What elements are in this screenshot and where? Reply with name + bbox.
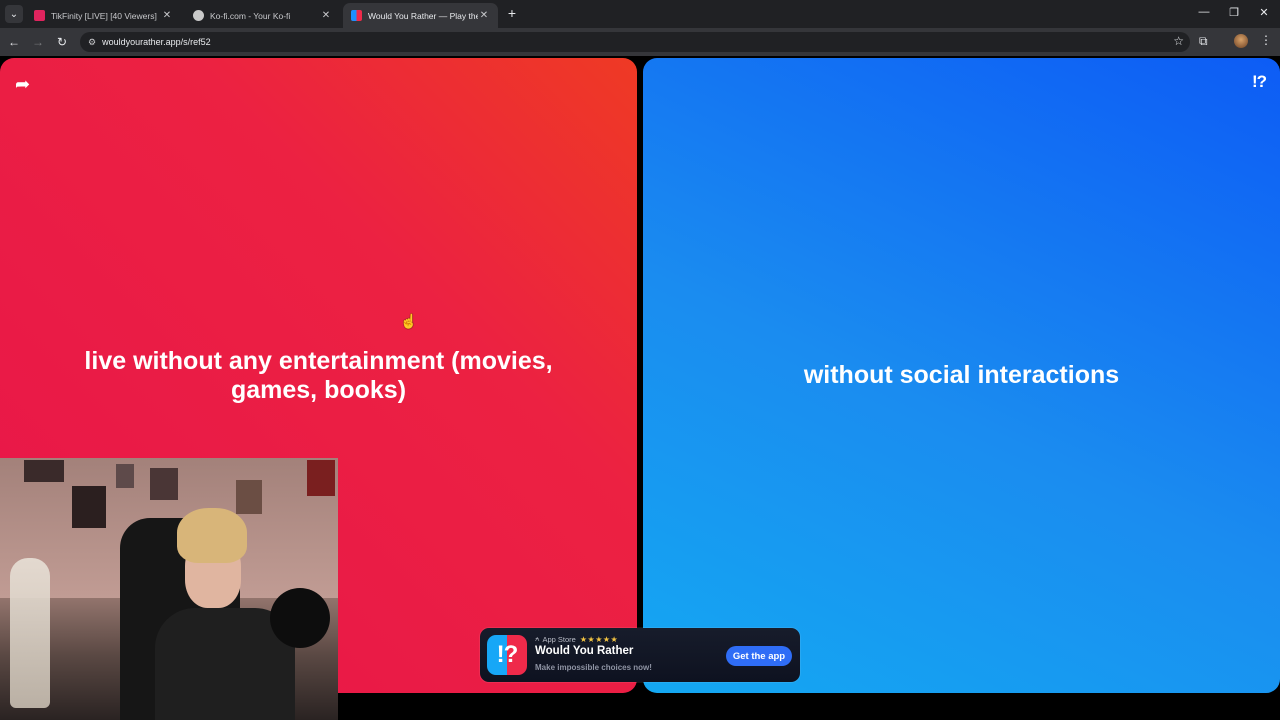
browser-toolbar: ← → ↻ ⚙ wouldyourather.app/s/ref52 ☆ xyxy=(0,28,1280,56)
address-bar[interactable]: ⚙ wouldyourather.app/s/ref52 ☆ xyxy=(80,32,1190,52)
wall-poster xyxy=(307,460,335,496)
reload-icon[interactable]: ↻ xyxy=(54,34,70,50)
wall-poster xyxy=(150,468,178,500)
site-info-icon[interactable]: ⚙ xyxy=(88,37,96,48)
hand-cursor-icon: ☝ xyxy=(400,313,418,329)
banner-subtitle: Make impossible choices now! xyxy=(535,663,652,672)
store-line: ⍲ App Store ★★★★★ xyxy=(535,634,618,644)
tab-tikfinity[interactable]: TikFinity [LIVE] [40 Viewers] ✕ xyxy=(26,3,181,28)
extensions-puzzle-icon[interactable]: ⧉ xyxy=(1199,34,1208,49)
option-b-panel[interactable]: !? without social interactions xyxy=(643,58,1280,693)
share-arrow-icon[interactable]: ➦ xyxy=(15,74,30,95)
store-name: App Store xyxy=(542,634,576,644)
tikfinity-favicon-icon xyxy=(34,10,45,21)
restore-window-icon[interactable]: ❐ xyxy=(1227,6,1241,19)
banner-title: Would You Rather xyxy=(535,645,634,657)
close-tab-icon[interactable]: ✕ xyxy=(320,10,332,21)
app-store-banner[interactable]: !? ⍲ App Store ★★★★★ Would You Rather Ma… xyxy=(480,628,800,682)
option-a-text: live without any entertainment (movies, … xyxy=(84,346,553,404)
tab-kofi[interactable]: Ko-fi.com - Your Ko-fi ✕ xyxy=(185,3,340,28)
skeleton-decoration xyxy=(10,558,50,708)
forward-arrow-icon[interactable]: → xyxy=(30,34,46,50)
close-tab-icon[interactable]: ✕ xyxy=(478,10,490,21)
streamer-hair xyxy=(177,508,247,563)
kofi-favicon-icon xyxy=(193,10,204,21)
wall-poster xyxy=(116,464,134,488)
apple-logo-icon: ⍲ xyxy=(535,634,540,643)
tab-title: Would You Rather — Play the Game xyxy=(368,10,478,21)
option-b-text: without social interactions xyxy=(803,361,1120,389)
app-icon: !? xyxy=(487,635,527,675)
streamer xyxy=(155,508,295,720)
microphone xyxy=(270,588,330,648)
url-text: wouldyourather.app/s/ref52 xyxy=(102,37,211,47)
close-window-icon[interactable]: ✕ xyxy=(1257,6,1271,19)
tab-title: TikFinity [LIVE] [40 Viewers] xyxy=(51,10,157,21)
new-tab-plus-icon[interactable]: + xyxy=(505,5,519,21)
browser-menu-icon[interactable]: ⋮ xyxy=(1260,33,1272,47)
wall-poster xyxy=(24,460,64,482)
tab-search-chevron-icon[interactable]: ⌄ xyxy=(5,5,23,23)
bookmark-star-icon[interactable]: ☆ xyxy=(1173,34,1184,48)
tab-would-you-rather[interactable]: Would You Rather — Play the Game ✕ xyxy=(343,3,498,28)
browser-tab-strip: ⌄ TikFinity [LIVE] [40 Viewers] ✕ Ko-fi.… xyxy=(0,0,1280,28)
wyr-favicon-icon xyxy=(351,10,362,21)
back-arrow-icon[interactable]: ← xyxy=(6,34,22,50)
tab-title: Ko-fi.com - Your Ko-fi xyxy=(210,10,291,21)
webcam-overlay xyxy=(0,458,338,720)
get-the-app-button[interactable]: Get the app xyxy=(726,646,792,666)
minimize-icon[interactable]: — xyxy=(1197,6,1211,18)
profile-avatar[interactable] xyxy=(1234,34,1248,48)
app-logo-mark[interactable]: !? xyxy=(1252,72,1267,92)
close-tab-icon[interactable]: ✕ xyxy=(161,10,173,21)
rating-stars: ★★★★★ xyxy=(579,634,619,644)
wall-poster xyxy=(72,486,106,528)
